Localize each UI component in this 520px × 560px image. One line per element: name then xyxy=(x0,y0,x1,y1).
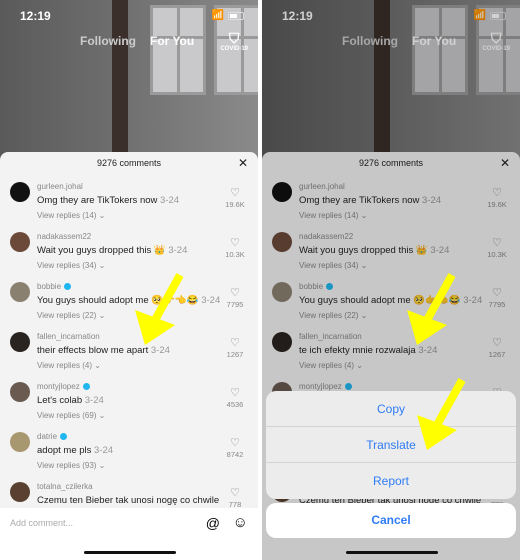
verified-icon xyxy=(64,283,72,291)
wifi-icon: 📶 xyxy=(211,10,224,21)
comment-item[interactable]: nadakassem22 Wait you guys dropped this … xyxy=(0,232,258,282)
comment-username[interactable]: fallen_incarnation xyxy=(37,332,100,341)
arrow-shaft xyxy=(433,378,466,427)
cancel-button[interactable]: Cancel xyxy=(266,503,516,538)
annotation-arrow xyxy=(417,378,466,450)
view-replies-link[interactable]: View replies (4) ⌄ xyxy=(37,361,101,370)
comment-text[interactable]: Omg they are TikTokers now xyxy=(37,195,157,206)
view-replies-link[interactable]: View replies (34) ⌄ xyxy=(37,261,105,270)
like-count: 7795 xyxy=(226,300,244,309)
view-replies-label: View replies (93) xyxy=(37,461,97,470)
action-sheet: Copy Translate Report xyxy=(266,391,516,499)
view-replies-label: View replies (22) xyxy=(37,311,97,320)
view-replies-link[interactable]: View replies (93) ⌄ xyxy=(37,461,105,470)
emoji-icon[interactable]: ☺ xyxy=(233,514,248,531)
video-beam xyxy=(112,0,128,160)
verified-icon xyxy=(82,383,90,391)
avatar[interactable] xyxy=(10,482,30,502)
avatar[interactable] xyxy=(10,182,30,202)
status-time: 12:19 xyxy=(20,9,51,23)
like-count: 4536 xyxy=(226,400,244,409)
comment-item[interactable]: fallen_incarnation their effects blow me… xyxy=(0,332,258,382)
battery-icon xyxy=(228,11,244,20)
arrow-shaft xyxy=(151,273,184,322)
comment-username[interactable]: bobbie xyxy=(37,282,61,291)
comment-text[interactable]: Czemu ten Bieber tak unosi nogę co chwil… xyxy=(37,495,219,506)
comment-username[interactable]: gurleen.johal xyxy=(37,182,83,191)
view-replies-label: View replies (34) xyxy=(37,261,97,270)
comment-text[interactable]: Let's colab xyxy=(37,395,82,406)
comment-username[interactable]: totalna_czilerka xyxy=(37,482,93,491)
avatar[interactable] xyxy=(10,282,30,302)
screen-original: 12:19 📶 Following For You ⛉ COVID-19 9276 … xyxy=(0,0,258,560)
comments-sheet: 9276 comments ✕ gurleen.johal Omg they ar… xyxy=(0,152,258,560)
comment-date: 3-24 xyxy=(94,445,114,456)
tab-for-you[interactable]: For You xyxy=(150,34,194,48)
close-icon[interactable]: ✕ xyxy=(238,152,248,174)
heart-icon[interactable]: ♡ xyxy=(222,386,248,399)
arrow-shaft xyxy=(423,273,456,322)
view-replies-link[interactable]: View replies (14) ⌄ xyxy=(37,211,105,220)
comment-item[interactable]: bobbie You guys should adopt me 🥺👉👈😂 3-2… xyxy=(0,282,258,332)
heart-icon[interactable]: ♡ xyxy=(222,486,248,499)
like-count: 10.3K xyxy=(225,250,245,259)
verified-icon xyxy=(60,433,68,441)
comment-item[interactable]: datrie adopt me pls 3-24 View replies (9… xyxy=(0,432,258,482)
like-count: 8742 xyxy=(226,450,244,459)
comment-item[interactable]: gurleen.johal Omg they are TikTokers now… xyxy=(0,182,258,232)
view-replies-label: View replies (4) xyxy=(37,361,92,370)
covid-button[interactable]: ⛉ COVID-19 xyxy=(220,30,248,52)
annotation-arrow xyxy=(135,273,184,345)
comment-text[interactable]: Wait you guys dropped this 👑 xyxy=(37,245,166,256)
avatar[interactable] xyxy=(10,382,30,402)
like-count: 19.6K xyxy=(225,200,245,209)
screen-translated: 12:19 📶 Following For You ⛉ COVID-19 9276 … xyxy=(262,0,520,560)
comment-date: 3-24 xyxy=(160,195,180,206)
comment-text[interactable]: adopt me pls xyxy=(37,445,91,456)
heart-icon[interactable]: ♡ xyxy=(222,336,248,349)
heart-icon[interactable]: ♡ xyxy=(222,436,248,449)
action-translate[interactable]: Translate xyxy=(266,427,516,463)
comment-username[interactable]: montyjlopez xyxy=(37,382,80,391)
heart-icon[interactable]: ♡ xyxy=(222,236,248,249)
view-replies-label: View replies (14) xyxy=(37,211,97,220)
comment-date: 3-24 xyxy=(84,395,104,406)
action-report[interactable]: Report xyxy=(266,463,516,499)
avatar[interactable] xyxy=(10,332,30,352)
tab-following[interactable]: Following xyxy=(80,34,136,48)
video-window xyxy=(150,5,206,95)
comment-bar: Add comment... @ ☺ xyxy=(0,508,258,560)
comment-username[interactable]: nadakassem22 xyxy=(37,232,91,241)
video-background[interactable] xyxy=(0,0,258,160)
avatar[interactable] xyxy=(10,232,30,252)
like-count: 1267 xyxy=(226,350,244,359)
heart-icon[interactable]: ♡ xyxy=(222,186,248,199)
home-indicator xyxy=(84,551,176,554)
avatar[interactable] xyxy=(10,432,30,452)
covid-label: COVID-19 xyxy=(220,46,248,52)
view-replies-label: View replies (69) xyxy=(37,411,97,420)
comment-item[interactable]: montyjlopez Let's colab 3-24 View replie… xyxy=(0,382,258,432)
comment-date: 3-24 xyxy=(168,245,188,256)
view-replies-link[interactable]: View replies (22) ⌄ xyxy=(37,311,105,320)
comment-username[interactable]: datrie xyxy=(37,432,57,441)
home-indicator xyxy=(346,551,438,554)
feed-tabs: Following For You xyxy=(80,34,194,48)
add-comment-input[interactable]: Add comment... xyxy=(10,518,73,528)
comments-count: 9276 comments xyxy=(96,158,162,168)
mention-icon[interactable]: @ xyxy=(206,515,220,531)
shield-icon: ⛉ xyxy=(228,30,240,46)
status-icons: 📶 xyxy=(212,10,244,21)
heart-icon[interactable]: ♡ xyxy=(222,286,248,299)
action-copy[interactable]: Copy xyxy=(266,391,516,427)
annotation-arrow xyxy=(407,273,456,345)
view-replies-link[interactable]: View replies (69) ⌄ xyxy=(37,411,105,420)
